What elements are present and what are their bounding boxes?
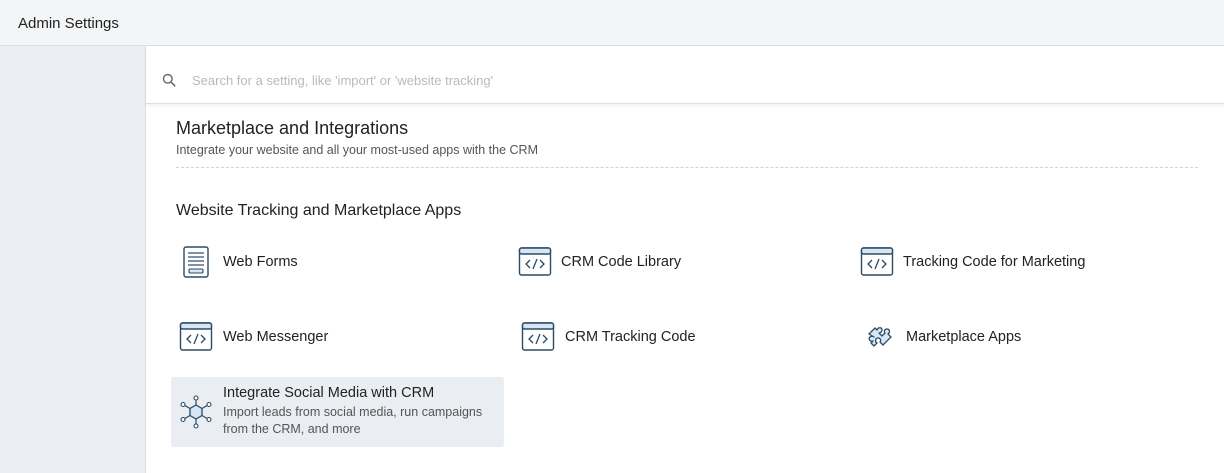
item-crm-tracking-code[interactable]: CRM Tracking Code bbox=[521, 317, 821, 357]
item-label: Web Messenger bbox=[223, 329, 329, 345]
section-divider bbox=[176, 167, 1198, 168]
web-form-icon bbox=[183, 246, 209, 278]
code-window-icon bbox=[518, 247, 552, 276]
code-window-icon bbox=[179, 322, 213, 351]
item-web-messenger[interactable]: Web Messenger bbox=[176, 317, 476, 357]
item-web-forms[interactable]: Web Forms bbox=[176, 242, 476, 282]
item-label: Integrate Social Media with CRM bbox=[223, 385, 435, 401]
item-crm-code-library[interactable]: CRM Code Library bbox=[518, 242, 818, 282]
search-bar bbox=[146, 46, 1224, 104]
item-marketplace-apps[interactable]: Marketplace Apps bbox=[863, 317, 1163, 357]
social-network-icon bbox=[180, 395, 212, 429]
item-label: Tracking Code for Marketing bbox=[903, 254, 1086, 270]
item-tracking-code-for-marketing[interactable]: Tracking Code for Marketing bbox=[860, 242, 1190, 282]
top-bar: Admin Settings bbox=[0, 0, 1224, 46]
item-label: CRM Tracking Code bbox=[565, 329, 696, 345]
search-input[interactable] bbox=[190, 66, 1094, 94]
search-icon bbox=[162, 73, 176, 87]
code-window-icon bbox=[860, 247, 894, 276]
item-integrate-social-media[interactable]: Integrate Social Media with CRM Import l… bbox=[171, 377, 504, 447]
puzzle-piece-icon bbox=[868, 327, 892, 347]
sidebar bbox=[0, 46, 145, 473]
item-description: Import leads from social media, run camp… bbox=[223, 405, 483, 436]
section-title: Marketplace and Integrations bbox=[176, 118, 409, 138]
main-content: Marketplace and Integrations Integrate y… bbox=[145, 46, 1224, 473]
section-description: Integrate your website and all your most… bbox=[176, 143, 538, 157]
page-title: Admin Settings bbox=[18, 15, 119, 32]
item-label: Marketplace Apps bbox=[906, 329, 1022, 345]
group-title: Website Tracking and Marketplace Apps bbox=[176, 202, 462, 219]
item-label: Web Forms bbox=[223, 254, 298, 270]
item-label: CRM Code Library bbox=[561, 254, 682, 270]
code-window-icon bbox=[521, 322, 555, 351]
